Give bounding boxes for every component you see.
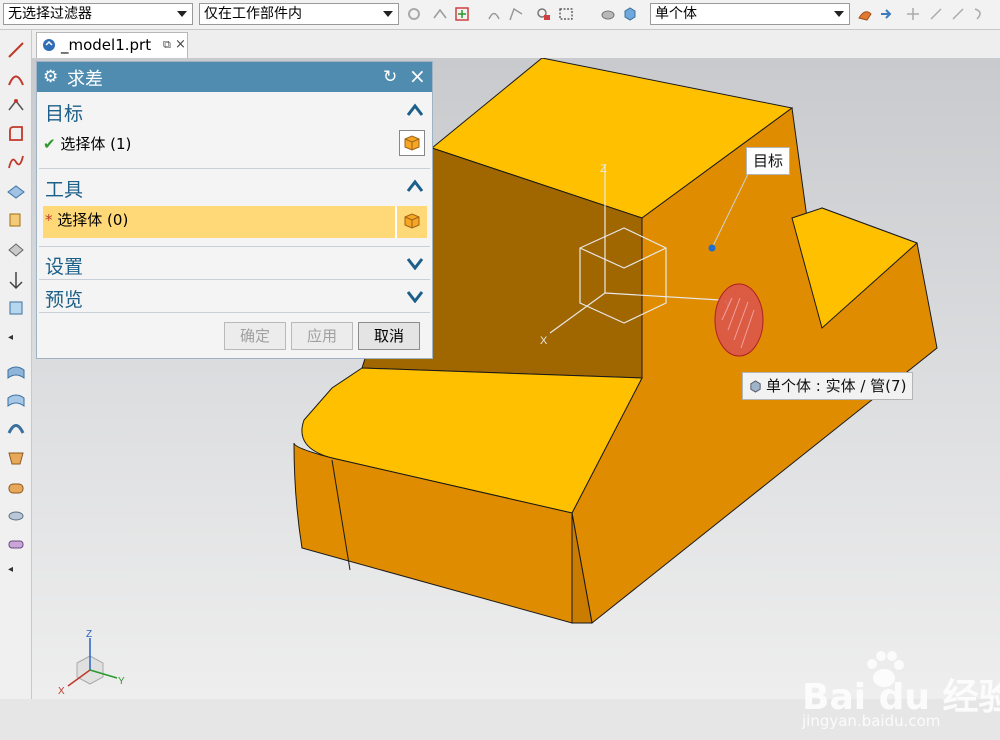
cancel-button[interactable]: 取消 — [358, 322, 420, 350]
axis-x-label: X — [540, 335, 548, 347]
reset-icon[interactable]: ↻ — [383, 67, 397, 87]
line-mid-icon[interactable] — [950, 6, 966, 22]
mesh-surface-icon[interactable] — [6, 390, 26, 410]
profile-icon[interactable] — [6, 124, 26, 144]
surface-icon[interactable] — [6, 362, 26, 382]
rectangle-select-icon[interactable] — [558, 6, 574, 22]
ok-button[interactable]: 确定 — [224, 322, 286, 350]
snap-point-icon[interactable] — [905, 6, 921, 22]
chevron-up-icon[interactable] — [406, 179, 424, 193]
target-pick-point — [708, 244, 716, 252]
required-asterisk-icon: * — [45, 211, 53, 229]
sheet-body-icon[interactable] — [857, 6, 873, 22]
left-feature-toolbar: ◂ ◂ — [0, 30, 32, 699]
settings-cluster-icon[interactable] — [406, 6, 422, 22]
tool-select-label: 选择体 (0) — [57, 211, 129, 229]
cylinder-icon[interactable] — [6, 506, 26, 526]
move-icon[interactable] — [6, 270, 26, 290]
swept-icon[interactable] — [6, 418, 26, 438]
body-type-dropdown[interactable]: 单个体 — [650, 3, 850, 25]
chevron-down-icon[interactable] — [406, 256, 424, 270]
target-section-title: 目标 — [45, 103, 84, 125]
project-curve-icon[interactable] — [6, 298, 26, 318]
baidu-watermark: Bai du 经验 jingyan.baidu.com — [802, 650, 1000, 740]
spline-icon[interactable] — [6, 152, 26, 172]
solid-body-icon[interactable] — [622, 6, 638, 22]
chevron-down-icon[interactable] — [406, 289, 424, 303]
chevron-down-icon — [834, 11, 844, 17]
offset-face-icon[interactable] — [6, 240, 26, 260]
cube-icon — [404, 213, 420, 229]
checkmark-icon: ✔ — [43, 135, 56, 153]
target-select-body-button[interactable] — [399, 130, 425, 156]
chevron-down-icon — [177, 11, 187, 17]
shaded-display-icon[interactable] — [600, 6, 616, 22]
tab-pin-icon[interactable]: ⧉ — [163, 33, 171, 57]
extrude-icon[interactable] — [6, 210, 26, 230]
selection-filter-value: 无选择过滤器 — [8, 6, 92, 22]
target-section-header[interactable]: 目标 — [37, 96, 432, 126]
selection-filter-dropdown[interactable]: 无选择过滤器 — [3, 3, 193, 25]
trim-body-icon[interactable] — [6, 448, 26, 468]
watermark-url: jingyan.baidu.com — [802, 712, 941, 730]
cube-icon — [404, 135, 420, 151]
chevron-down-icon — [383, 11, 393, 17]
body-info-text: 单个体 : 实体 / 管(7) — [766, 377, 907, 395]
selection-scope-value: 仅在工作部件内 — [204, 6, 302, 22]
tab-label: _model1.prt — [61, 36, 152, 54]
line-icon[interactable] — [6, 40, 26, 60]
datum-plane-icon[interactable] — [6, 180, 26, 200]
axis-z-label: Z — [600, 163, 607, 175]
tool-select-body-button[interactable] — [395, 206, 427, 238]
target-select-row[interactable]: ✔ 选择体 (1) — [43, 130, 427, 160]
document-tabbar: _model1.prt ⧉ × — [32, 30, 1000, 58]
curve-rule-icon[interactable] — [486, 6, 502, 22]
tab-model1[interactable]: _model1.prt ⧉ × — [36, 32, 188, 58]
toolbar-collapse-arrow-icon-2[interactable]: ◂ — [8, 564, 13, 575]
settings-section-title: 设置 — [45, 256, 84, 278]
selection-scope-dropdown[interactable]: 仅在工作部件内 — [199, 3, 399, 25]
tool-section-header[interactable]: 工具 — [37, 172, 432, 202]
view-axis-x-label: X — [58, 686, 65, 697]
snap-icon[interactable] — [432, 6, 448, 22]
tool-section-title: 工具 — [45, 179, 84, 201]
gear-icon: ⚙ — [43, 67, 59, 87]
point-select-icon[interactable] — [454, 6, 470, 22]
subtract-dialog: ⚙ 求差 ↻ × 目标 ✔ 选择体 (1) 工具 * 选择体 (0) 设置 预览 — [36, 61, 433, 359]
tube-icon[interactable] — [6, 478, 26, 498]
target-select-label: 选择体 (1) — [60, 135, 132, 153]
line-end-icon[interactable] — [928, 6, 944, 22]
close-icon[interactable]: × — [409, 64, 426, 88]
chevron-up-icon[interactable] — [406, 103, 424, 117]
tool-select-row[interactable]: * 选择体 (0) — [43, 206, 427, 238]
preview-section-title: 预览 — [45, 289, 84, 311]
face-rule-icon[interactable] — [508, 6, 524, 22]
body-type-value: 单个体 — [655, 6, 697, 22]
arrow-right-icon[interactable] — [878, 6, 894, 22]
top-toolbar: 无选择过滤器 仅在工作部件内 单个体 — [0, 0, 1000, 30]
dialog-title: 求差 — [67, 69, 103, 90]
settings-section-header[interactable]: 设置 — [37, 249, 432, 279]
pipe-icon[interactable] — [6, 534, 26, 554]
target-label-tooltip: 目标 — [746, 147, 791, 175]
view-axis-z-label: Z — [86, 629, 92, 640]
preview-section-header[interactable]: 预览 — [37, 282, 432, 312]
body-info-tooltip: 单个体 : 实体 / 管(7) — [742, 372, 914, 400]
arc-icon[interactable] — [6, 68, 26, 88]
feature-select-icon[interactable] — [536, 6, 552, 22]
point-set-icon[interactable] — [6, 96, 26, 116]
toolbar-collapse-arrow-icon[interactable]: ◂ — [8, 332, 13, 343]
apply-button[interactable]: 应用 — [291, 322, 353, 350]
target-label-text: 目标 — [753, 152, 784, 170]
view-orientation-triad[interactable]: Z X Y — [58, 629, 125, 697]
curve-snap-icon[interactable] — [972, 6, 988, 22]
view-axis-y-label: Y — [118, 676, 125, 687]
solid-body-icon — [750, 380, 761, 393]
dialog-header: ⚙ 求差 ↻ × — [37, 62, 432, 92]
tab-close-icon[interactable]: × — [175, 33, 186, 57]
part-file-icon — [43, 39, 55, 51]
